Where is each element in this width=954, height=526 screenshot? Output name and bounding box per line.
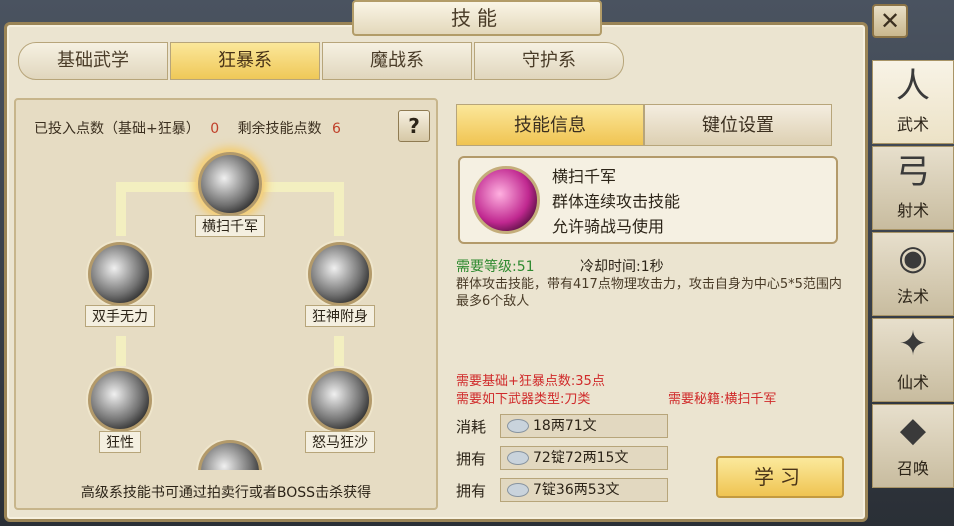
tree-connector — [116, 336, 126, 366]
sword-sweep-icon — [198, 152, 262, 216]
skill-label: 双手无力 — [85, 305, 155, 327]
gourd-icon: ◉ — [898, 238, 928, 278]
skill-tree-panel: 已投入点数（基础+狂暴） 0 剩余技能点数 6 ? 横扫千军 双手无力 狂神附身… — [14, 98, 438, 510]
sidebar: 人 武术 弓 射术 ◉ 法术 ✦ 仙术 ◆ 召唤 — [872, 60, 954, 490]
learn-button[interactable]: 学习 — [716, 456, 844, 498]
remaining-value: 6 — [332, 121, 341, 137]
footer-note: 高级系技能书可通过拍卖行或者BOSS击杀获得 — [80, 485, 372, 501]
skill-mount-note: 允许骑战马使用 — [552, 217, 665, 236]
close-button[interactable]: ✕ — [872, 4, 908, 38]
tab-berserk[interactable]: 狂暴系 — [170, 42, 320, 80]
tab-guardian[interactable]: 守护系 — [474, 42, 624, 80]
tab-basic[interactable]: 基础武学 — [18, 42, 168, 80]
horse-rider-icon — [308, 368, 372, 432]
skill-label: 怒马狂沙 — [305, 431, 375, 453]
skill-node-both-hands[interactable]: 双手无力 — [80, 242, 160, 327]
martial-icon: 人 — [896, 66, 930, 106]
skill-type: 群体连续攻击技能 — [552, 192, 681, 211]
sidebar-item-immortal[interactable]: ✦ 仙术 — [872, 318, 954, 402]
sidebar-item-martial[interactable]: 人 武术 — [872, 60, 954, 144]
tab-skill-info[interactable]: 技能信息 — [456, 104, 644, 146]
selected-skill-card: 横扫千军 群体连续攻击技能 允许骑战马使用 — [458, 156, 838, 244]
tree-connector — [116, 182, 126, 236]
required-points: 需要基础+狂暴点数:35点 — [456, 374, 605, 389]
owned-value: 72锭72两15文 — [533, 450, 629, 466]
bearded-warrior-icon — [88, 368, 152, 432]
owned-value-box: 7锭36两53文 — [500, 478, 668, 502]
points-summary: 已投入点数（基础+狂暴） 0 剩余技能点数 6 — [34, 118, 355, 138]
invested-value: 0 — [210, 121, 220, 137]
skill-node-fury[interactable]: 狂性 — [80, 368, 160, 453]
skill-description: 群体攻击技能，带有417点物理攻击力，攻击自身为中心5*5范围内最多6个敌人 — [456, 277, 842, 309]
required-weapon: 需要如下武器类型:刀类 — [456, 392, 591, 407]
silver-ingot-icon — [507, 483, 529, 497]
skill-category-tabs: 基础武学 狂暴系 魔战系 守护系 — [18, 42, 626, 80]
archery-icon: 弓 — [896, 152, 930, 192]
owned-label: 拥有 — [456, 481, 487, 500]
owned-value-box: 72锭72两15文 — [500, 446, 668, 470]
cost-value-box: 18两71文 — [500, 414, 668, 438]
window-title: 技能 — [352, 0, 602, 36]
invested-label: 已投入点数（基础+狂暴） — [34, 121, 200, 137]
owned-row: 拥有 72锭72两15文 — [456, 446, 668, 470]
skill-node-partial[interactable] — [190, 440, 270, 470]
tree-connector — [334, 182, 344, 236]
sidebar-label: 召唤 — [896, 459, 929, 478]
owned-value: 7锭36两53文 — [533, 482, 620, 498]
claw-hands-icon — [88, 242, 152, 306]
sidebar-label: 武术 — [896, 115, 929, 134]
skill-label: 横扫千军 — [195, 215, 265, 237]
skill-node-sweep[interactable]: 横扫千军 — [190, 152, 270, 237]
cost-label: 消耗 — [456, 417, 487, 436]
cost-value: 18两71文 — [533, 418, 597, 434]
required-level: 需要等级:51 — [456, 259, 535, 275]
help-button[interactable]: ? — [398, 110, 430, 142]
sidebar-item-spell[interactable]: ◉ 法术 — [872, 232, 954, 316]
demon-icon: ◆ — [899, 410, 927, 450]
cost-row: 消耗 18两71文 — [456, 414, 668, 438]
cooldown-time: 冷却时间:1秒 — [580, 259, 664, 275]
info-tabs: 技能信息 键位设置 — [456, 104, 832, 146]
locked-skill-icon — [198, 440, 262, 470]
sidebar-item-archery[interactable]: 弓 射术 — [872, 146, 954, 230]
skill-name: 横扫千军 — [552, 167, 617, 186]
skill-label: 狂性 — [99, 431, 141, 453]
tab-magic-war[interactable]: 魔战系 — [322, 42, 472, 80]
sword-sweep-icon — [472, 166, 540, 234]
sidebar-label: 仙术 — [896, 373, 929, 392]
owned-row: 拥有 7锭36两53文 — [456, 478, 668, 502]
skill-node-horse-rage[interactable]: 怒马狂沙 — [300, 368, 380, 453]
sidebar-label: 法术 — [896, 287, 929, 306]
shuriken-icon: ✦ — [898, 324, 928, 364]
silver-lock-icon — [507, 419, 529, 433]
sidebar-item-summon[interactable]: ◆ 召唤 — [872, 404, 954, 488]
remaining-label: 剩余技能点数 — [237, 121, 322, 137]
tree-connector — [334, 336, 344, 366]
warrior-face-icon — [308, 242, 372, 306]
skill-node-berserk-god[interactable]: 狂神附身 — [300, 242, 380, 327]
owned-label: 拥有 — [456, 449, 487, 468]
tab-key-binding[interactable]: 键位设置 — [644, 104, 832, 146]
silver-lock-icon — [507, 451, 529, 465]
required-book: 需要秘籍:横扫千军 — [668, 392, 777, 407]
skill-label: 狂神附身 — [305, 305, 375, 327]
sidebar-label: 射术 — [896, 201, 929, 220]
